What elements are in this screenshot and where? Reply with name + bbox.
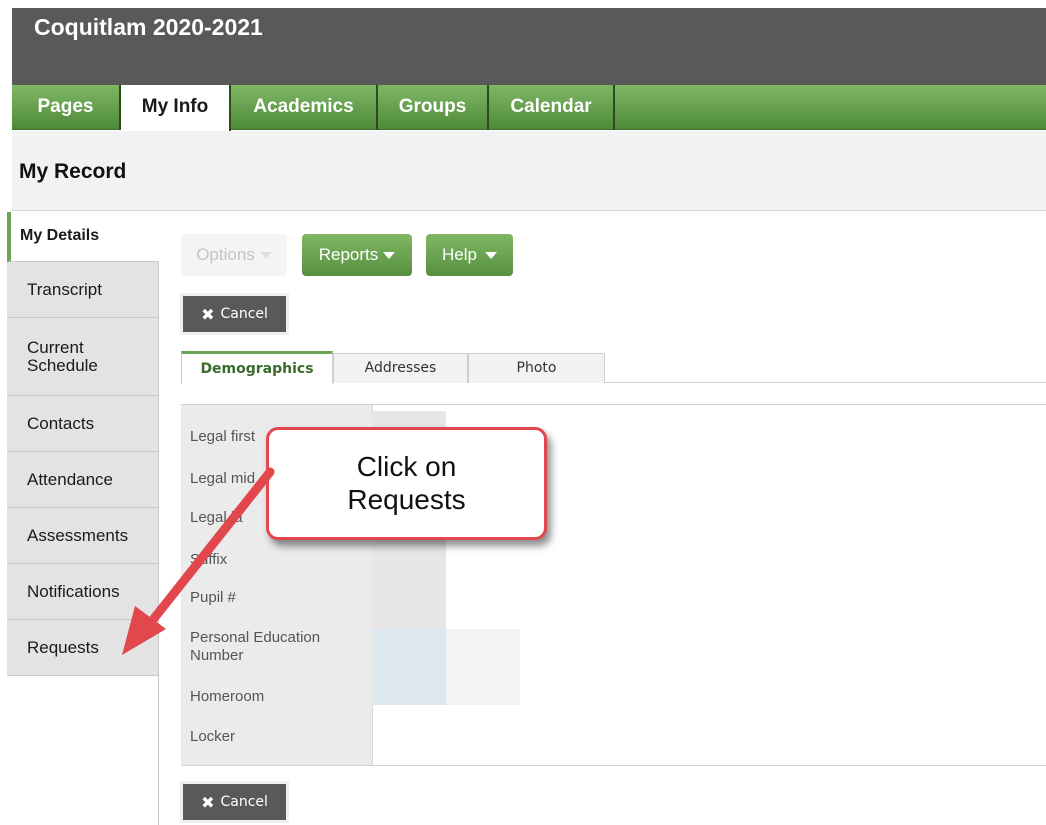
field-label-personal-education-number: Personal Education Number	[190, 629, 321, 664]
page-title: My Record	[19, 160, 127, 183]
side-item-label: Current Schedule	[27, 337, 98, 375]
app-title: Coquitlam 2020-2021	[34, 14, 263, 40]
side-item-label: Attendance	[27, 469, 114, 489]
cancel-button[interactable]: ✖ Cancel	[180, 293, 289, 335]
field-label-suffix: Suffix	[190, 551, 228, 568]
field-label-locker: Locker	[190, 728, 236, 745]
side-item-requests[interactable]: Requests	[7, 620, 159, 676]
field-label-homeroom: Homeroom	[190, 688, 265, 705]
side-navigation-filler	[7, 676, 159, 825]
side-item-notifications[interactable]: Notifications	[7, 564, 159, 620]
tab-my-info[interactable]: My Info	[121, 85, 231, 131]
side-item-attendance[interactable]: Attendance	[7, 452, 159, 508]
cancel-label: Cancel	[220, 306, 268, 322]
options-button[interactable]: Options	[181, 234, 287, 276]
field-label-legal-last: Legal la	[190, 509, 243, 526]
tab-groups[interactable]: Groups	[378, 85, 489, 130]
redacted-value-area	[372, 629, 446, 705]
tab-pages[interactable]: Pages	[12, 85, 121, 130]
side-item-assessments[interactable]: Assessments	[7, 508, 159, 564]
reports-button[interactable]: Reports	[302, 234, 412, 276]
field-label-pupil-number: Pupil #	[190, 589, 236, 606]
annotation-callout: Click on Requests	[266, 427, 547, 540]
cancel-label: Cancel	[220, 794, 268, 810]
top-navigation: Pages My Info Academics Groups Calendar	[12, 85, 1046, 131]
help-label: Help	[442, 245, 477, 264]
side-item-label: Notifications	[27, 581, 120, 601]
side-item-label: Assessments	[27, 525, 129, 545]
close-icon: ✖	[201, 792, 215, 812]
tab-addresses[interactable]: Addresses	[333, 353, 468, 383]
side-item-label: My Details	[20, 227, 100, 245]
annotation-text: Click on Requests	[347, 451, 466, 515]
reports-label: Reports	[318, 245, 379, 264]
tab-academics[interactable]: Academics	[231, 85, 378, 130]
side-item-label: Transcript	[27, 279, 102, 299]
cancel-button-bottom[interactable]: ✖ Cancel	[180, 781, 289, 823]
tab-photo[interactable]: Photo	[468, 353, 605, 383]
page-header: My Record	[12, 131, 1046, 211]
side-item-my-details[interactable]: My Details	[7, 212, 159, 262]
record-subtabs: Demographics Addresses Photo	[181, 351, 1046, 384]
tab-demographics[interactable]: Demographics	[181, 351, 333, 384]
side-item-current-schedule[interactable]: Current Schedule	[7, 318, 159, 396]
side-navigation: My Details Transcript Current Schedule C…	[7, 212, 159, 825]
side-item-label: Contacts	[27, 413, 95, 433]
chevron-down-icon	[259, 251, 272, 259]
app-header: Coquitlam 2020-2021	[12, 8, 1046, 85]
side-item-contacts[interactable]: Contacts	[7, 396, 159, 452]
side-item-label: Requests	[27, 637, 99, 657]
options-label: Options	[196, 245, 255, 264]
chevron-down-icon	[484, 251, 497, 259]
field-label-legal-first: Legal first	[190, 428, 256, 445]
chevron-down-icon	[383, 251, 396, 259]
tab-calendar[interactable]: Calendar	[489, 85, 615, 130]
close-icon: ✖	[201, 304, 215, 324]
side-item-transcript[interactable]: Transcript	[7, 262, 159, 318]
field-label-legal-middle: Legal mid	[190, 470, 256, 487]
help-button[interactable]: Help	[426, 234, 513, 276]
redacted-value-area	[446, 629, 520, 705]
